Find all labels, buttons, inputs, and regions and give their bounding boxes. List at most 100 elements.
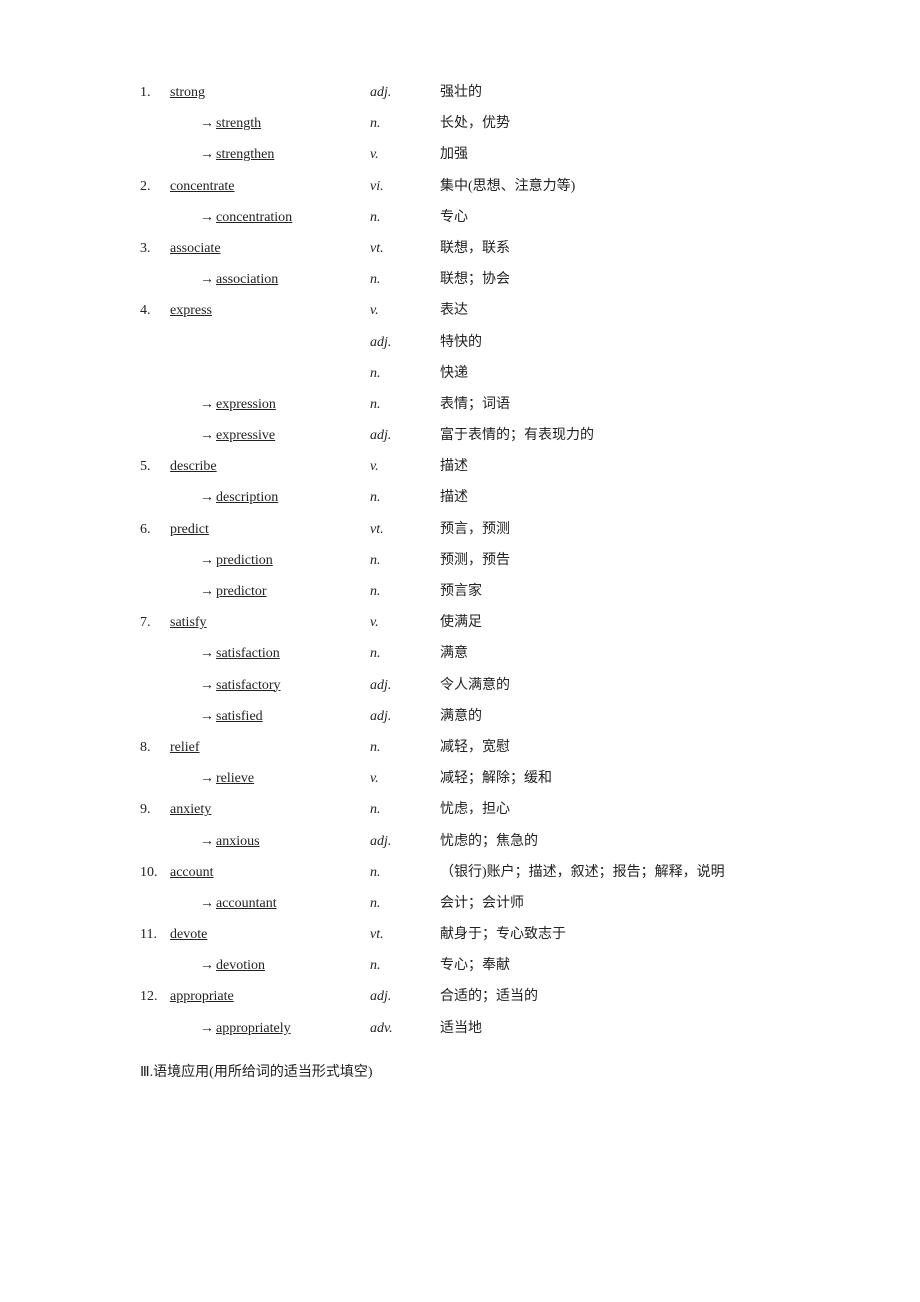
word-pos: adj. — [370, 829, 440, 854]
word-term: →strength — [170, 111, 370, 136]
word-pos: n. — [370, 735, 440, 760]
word-pos: n. — [370, 797, 440, 822]
word-term: strong — [170, 80, 370, 105]
word-term: anxiety — [170, 797, 370, 822]
word-number: 3. — [140, 236, 170, 261]
word-pos: n. — [370, 579, 440, 604]
word-pos: adj. — [370, 423, 440, 448]
word-row: 4.expressv.表达 — [140, 298, 780, 323]
word-pos: adj. — [370, 704, 440, 729]
word-row: →descriptionn.描述 — [140, 485, 780, 510]
word-meaning: 忧虑，担心 — [440, 797, 780, 822]
word-meaning: 会计；会计师 — [440, 891, 780, 916]
word-pos: vt. — [370, 236, 440, 261]
word-number: 4. — [140, 298, 170, 323]
word-pos: vi. — [370, 174, 440, 199]
word-pos: n. — [370, 860, 440, 885]
word-term: devote — [170, 922, 370, 947]
word-term: →devotion — [170, 953, 370, 978]
word-row: →expressiveadj.富于表情的；有表现力的 — [140, 423, 780, 448]
word-row: →concentrationn.专心 — [140, 205, 780, 230]
word-pos: n. — [370, 485, 440, 510]
word-row: 3.associatevt.联想，联系 — [140, 236, 780, 261]
word-term: →satisfied — [170, 704, 370, 729]
word-pos: n. — [370, 953, 440, 978]
word-row: →anxiousadj.忧虑的；焦急的 — [140, 829, 780, 854]
word-term: →predictor — [170, 579, 370, 604]
word-meaning: 富于表情的；有表现力的 — [440, 423, 780, 448]
word-meaning: 忧虑的；焦急的 — [440, 829, 780, 854]
word-pos: n. — [370, 361, 440, 386]
word-term: →concentration — [170, 205, 370, 230]
word-meaning: 长处，优势 — [440, 111, 780, 136]
word-row: →strengthn.长处，优势 — [140, 111, 780, 136]
word-row: →satisfactionn.满意 — [140, 641, 780, 666]
word-row: →satisfactoryadj.令人满意的 — [140, 673, 780, 698]
word-term: account — [170, 860, 370, 885]
word-number: 9. — [140, 797, 170, 822]
word-meaning: 预言家 — [440, 579, 780, 604]
word-pos: n. — [370, 641, 440, 666]
word-meaning: 预言，预测 — [440, 517, 780, 542]
word-number: 6. — [140, 517, 170, 542]
word-row: 11.devotevt.献身于；专心致志于 — [140, 922, 780, 947]
word-term: describe — [170, 454, 370, 479]
word-row: →relievev.减轻；解除；缓和 — [140, 766, 780, 791]
word-pos: v. — [370, 298, 440, 323]
word-term: →relieve — [170, 766, 370, 791]
word-row: →satisfiedadj.满意的 — [140, 704, 780, 729]
word-meaning: 集中(思想、注意力等) — [440, 174, 780, 199]
word-term: predict — [170, 517, 370, 542]
word-pos: vt. — [370, 922, 440, 947]
word-meaning: 减轻；解除；缓和 — [440, 766, 780, 791]
word-term: →expressive — [170, 423, 370, 448]
word-pos: adj. — [370, 330, 440, 355]
word-meaning: 专心；奉献 — [440, 953, 780, 978]
word-row: n.快递 — [140, 361, 780, 386]
word-list: 1.strongadj.强壮的→strengthn.长处，优势→strength… — [140, 80, 780, 1041]
word-number: 7. — [140, 610, 170, 635]
word-term: associate — [170, 236, 370, 261]
word-term: →expression — [170, 392, 370, 417]
word-meaning: 快递 — [440, 361, 780, 386]
word-term: →satisfactory — [170, 673, 370, 698]
word-row: 2.concentratevi.集中(思想、注意力等) — [140, 174, 780, 199]
word-meaning: 合适的；适当的 — [440, 984, 780, 1009]
word-row: →expressionn.表情；词语 — [140, 392, 780, 417]
word-row: 6.predictvt.预言，预测 — [140, 517, 780, 542]
word-meaning: 描述 — [440, 454, 780, 479]
word-term: →satisfaction — [170, 641, 370, 666]
word-pos: v. — [370, 610, 440, 635]
word-row: →predictionn.预测，预告 — [140, 548, 780, 573]
word-pos: n. — [370, 205, 440, 230]
word-meaning: 专心 — [440, 205, 780, 230]
word-pos: v. — [370, 454, 440, 479]
word-row: →predictorn.预言家 — [140, 579, 780, 604]
word-pos: n. — [370, 548, 440, 573]
word-meaning: 预测，预告 — [440, 548, 780, 573]
word-row: →appropriatelyadv.适当地 — [140, 1016, 780, 1041]
word-pos: adj. — [370, 984, 440, 1009]
word-meaning: （银行)账户；描述，叙述；报告；解释，说明 — [440, 860, 780, 885]
word-number: 8. — [140, 735, 170, 760]
word-row: 5.describev.描述 — [140, 454, 780, 479]
word-row: 1.strongadj.强壮的 — [140, 80, 780, 105]
word-row: adj.特快的 — [140, 330, 780, 355]
word-term: →prediction — [170, 548, 370, 573]
word-pos: v. — [370, 766, 440, 791]
word-row: 12.appropriateadj.合适的；适当的 — [140, 984, 780, 1009]
word-number: 11. — [140, 922, 170, 947]
word-term: →association — [170, 267, 370, 292]
word-term: satisfy — [170, 610, 370, 635]
word-meaning: 使满足 — [440, 610, 780, 635]
word-meaning: 表情；词语 — [440, 392, 780, 417]
word-number: 10. — [140, 860, 170, 885]
word-meaning: 强壮的 — [440, 80, 780, 105]
section-title: Ⅲ.语境应用(用所给词的适当形式填空) — [140, 1061, 780, 1081]
word-meaning: 适当地 — [440, 1016, 780, 1041]
word-meaning: 满意的 — [440, 704, 780, 729]
word-row: →accountantn.会计；会计师 — [140, 891, 780, 916]
word-meaning: 令人满意的 — [440, 673, 780, 698]
word-pos: n. — [370, 392, 440, 417]
word-term: →description — [170, 485, 370, 510]
